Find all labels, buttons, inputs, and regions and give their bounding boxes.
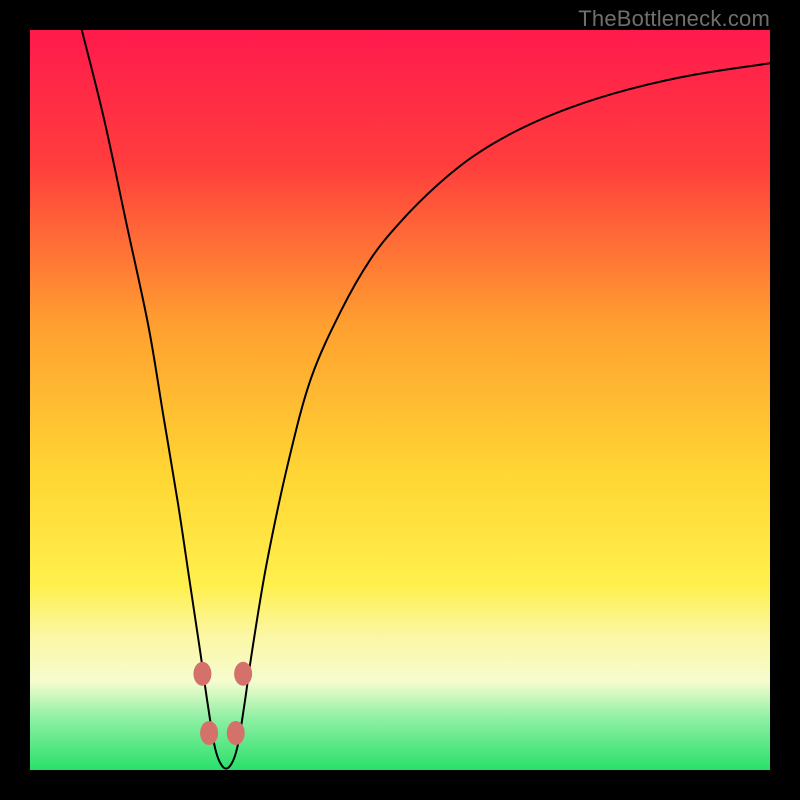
curve-marker [234, 662, 252, 686]
curve-marker [227, 721, 245, 745]
watermark-text: TheBottleneck.com [578, 6, 770, 32]
bottleneck-chart [30, 30, 770, 770]
curve-marker [193, 662, 211, 686]
chart-background [30, 30, 770, 770]
curve-marker [200, 721, 218, 745]
chart-frame [30, 30, 770, 770]
